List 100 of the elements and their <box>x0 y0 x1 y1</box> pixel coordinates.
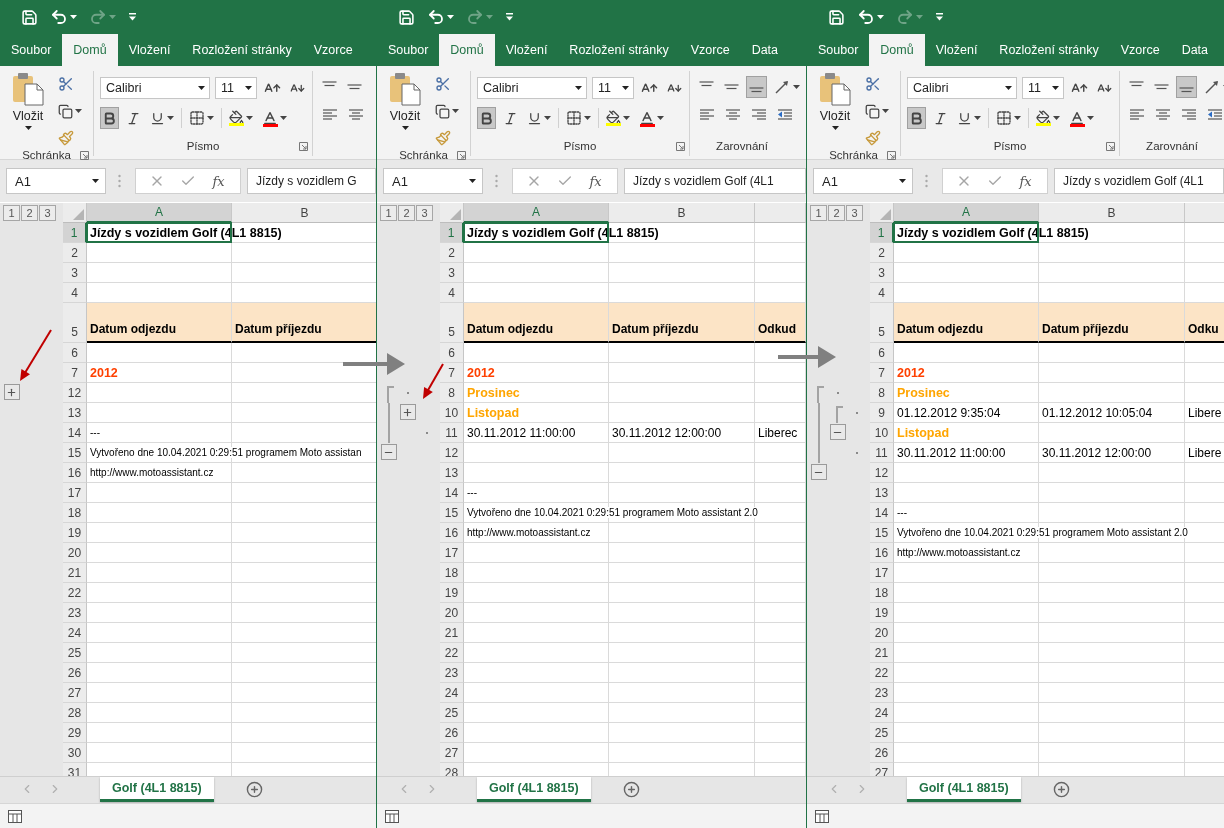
row-header[interactable]: 30 <box>63 743 87 763</box>
row-header[interactable]: 27 <box>63 683 87 703</box>
row-header[interactable]: 14 <box>63 423 87 443</box>
row-header[interactable]: 12 <box>870 463 894 483</box>
dialog-launcher-button[interactable] <box>676 141 685 151</box>
outline-level-button[interactable]: 2 <box>828 205 845 221</box>
sheet-tab[interactable]: Golf (4L1 8815) <box>477 777 591 802</box>
row-header[interactable]: 24 <box>63 623 87 643</box>
row-header[interactable]: 5 <box>63 303 87 343</box>
row-header[interactable]: 3 <box>870 263 894 283</box>
dialog-launcher-button[interactable] <box>80 150 89 160</box>
row-header[interactable]: 1 <box>870 223 894 243</box>
row-header[interactable]: 3 <box>63 263 87 283</box>
row-header[interactable]: 23 <box>870 683 894 703</box>
row-header[interactable]: 7 <box>63 363 87 383</box>
font-size-field[interactable]: 11 <box>215 77 257 99</box>
ribbon-tab[interactable]: Domů <box>439 34 495 66</box>
insert-function-button[interactable]: fx <box>587 173 604 189</box>
column-header[interactable]: A <box>87 203 232 223</box>
dialog-launcher-button[interactable] <box>457 150 466 160</box>
name-box[interactable]: A1 <box>6 168 106 194</box>
outline-level-button[interactable]: 2 <box>398 205 415 221</box>
row-header[interactable]: 26 <box>63 663 87 683</box>
row-header[interactable]: 4 <box>870 283 894 303</box>
insert-function-button[interactable]: fx <box>1017 173 1034 189</box>
ribbon-tab[interactable]: Rozložení stránky <box>558 34 680 66</box>
row-header[interactable]: 22 <box>440 643 464 663</box>
dialog-launcher-button[interactable] <box>1106 141 1115 151</box>
outline-level-button[interactable]: 2 <box>21 205 38 221</box>
outline-level-button[interactable]: 3 <box>846 205 863 221</box>
page-icon[interactable] <box>815 809 829 823</box>
row-header[interactable]: 14 <box>440 483 464 503</box>
row-header[interactable]: 23 <box>63 603 87 623</box>
row-header[interactable]: 6 <box>870 343 894 363</box>
row-header[interactable]: 18 <box>440 563 464 583</box>
column-header[interactable]: B <box>609 203 755 223</box>
column-header[interactable]: B <box>1039 203 1185 223</box>
row-header[interactable]: 11 <box>440 423 464 443</box>
ribbon-tab[interactable]: Data <box>1170 34 1220 66</box>
collapse-button[interactable] <box>810 464 827 480</box>
ribbon-tab[interactable]: Vzorce <box>679 34 741 66</box>
outline-level-button[interactable]: 1 <box>3 205 20 221</box>
add-sheet-button[interactable] <box>622 781 640 798</box>
row-header[interactable]: 13 <box>440 463 464 483</box>
dialog-launcher-button[interactable] <box>887 150 896 160</box>
row-header[interactable]: 25 <box>870 723 894 743</box>
row-header[interactable]: 8 <box>440 383 464 403</box>
row-header[interactable]: 13 <box>63 403 87 423</box>
row-header[interactable]: 5 <box>440 303 464 343</box>
row-header[interactable]: 8 <box>870 383 894 403</box>
expand-button[interactable] <box>3 384 20 400</box>
formula-bar[interactable]: Jízdy s vozidlem Golf (4L1 <box>1054 168 1224 194</box>
save-button[interactable] <box>21 8 38 26</box>
ribbon-tab[interactable]: Soubor <box>377 34 440 66</box>
ribbon-tab[interactable]: Domů <box>869 34 925 66</box>
formula-bar[interactable]: Jízdy s vozidlem Golf (4L1 <box>624 168 806 194</box>
row-header[interactable]: 4 <box>63 283 87 303</box>
row-header[interactable]: 2 <box>440 243 464 263</box>
add-sheet-button[interactable] <box>245 781 263 798</box>
row-header[interactable]: 19 <box>870 603 894 623</box>
collapse-button[interactable] <box>829 424 846 440</box>
font-size-field[interactable]: 11 <box>592 77 634 99</box>
row-header[interactable]: 20 <box>63 543 87 563</box>
row-header[interactable]: 15 <box>440 503 464 523</box>
row-header[interactable]: 22 <box>870 663 894 683</box>
ribbon-tab[interactable]: Vzorce <box>1109 34 1171 66</box>
row-header[interactable]: 25 <box>63 643 87 663</box>
save-button[interactable] <box>398 8 415 26</box>
row-header[interactable]: 17 <box>440 543 464 563</box>
row-header[interactable]: 12 <box>63 383 87 403</box>
ribbon-tab[interactable]: Vložení <box>117 34 182 66</box>
row-header[interactable]: 27 <box>870 763 894 776</box>
row-header[interactable]: 16 <box>870 543 894 563</box>
row-header[interactable]: 5 <box>870 303 894 343</box>
row-header[interactable]: 20 <box>870 623 894 643</box>
row-header[interactable]: 16 <box>440 523 464 543</box>
row-header[interactable]: 13 <box>870 483 894 503</box>
row-header[interactable]: 6 <box>440 343 464 363</box>
ribbon-tab[interactable]: Data <box>740 34 790 66</box>
customize-toolbar-button[interactable] <box>505 13 514 21</box>
undo-button[interactable] <box>50 8 77 26</box>
ribbon-tab[interactable]: Soubor <box>0 34 63 66</box>
customize-toolbar-button[interactable] <box>935 13 944 21</box>
page-icon[interactable] <box>8 809 22 823</box>
row-header[interactable]: 21 <box>870 643 894 663</box>
undo-button[interactable] <box>427 8 454 26</box>
row-header[interactable]: 1 <box>63 223 87 243</box>
row-header[interactable]: 10 <box>440 403 464 423</box>
bold-button[interactable] <box>100 107 119 129</box>
outline-level-button[interactable]: 1 <box>810 205 827 221</box>
font-name-field[interactable]: Calibri <box>907 77 1017 99</box>
row-header[interactable]: 19 <box>440 583 464 603</box>
bold-button[interactable] <box>907 107 926 129</box>
name-box[interactable]: A1 <box>813 168 913 194</box>
row-header[interactable]: 18 <box>63 503 87 523</box>
outline-level-button[interactable]: 1 <box>380 205 397 221</box>
row-header[interactable]: 24 <box>440 683 464 703</box>
ribbon-tab[interactable]: Rozložení stránky <box>181 34 303 66</box>
ribbon-tab[interactable]: Domů <box>62 34 118 66</box>
row-header[interactable]: 12 <box>440 443 464 463</box>
